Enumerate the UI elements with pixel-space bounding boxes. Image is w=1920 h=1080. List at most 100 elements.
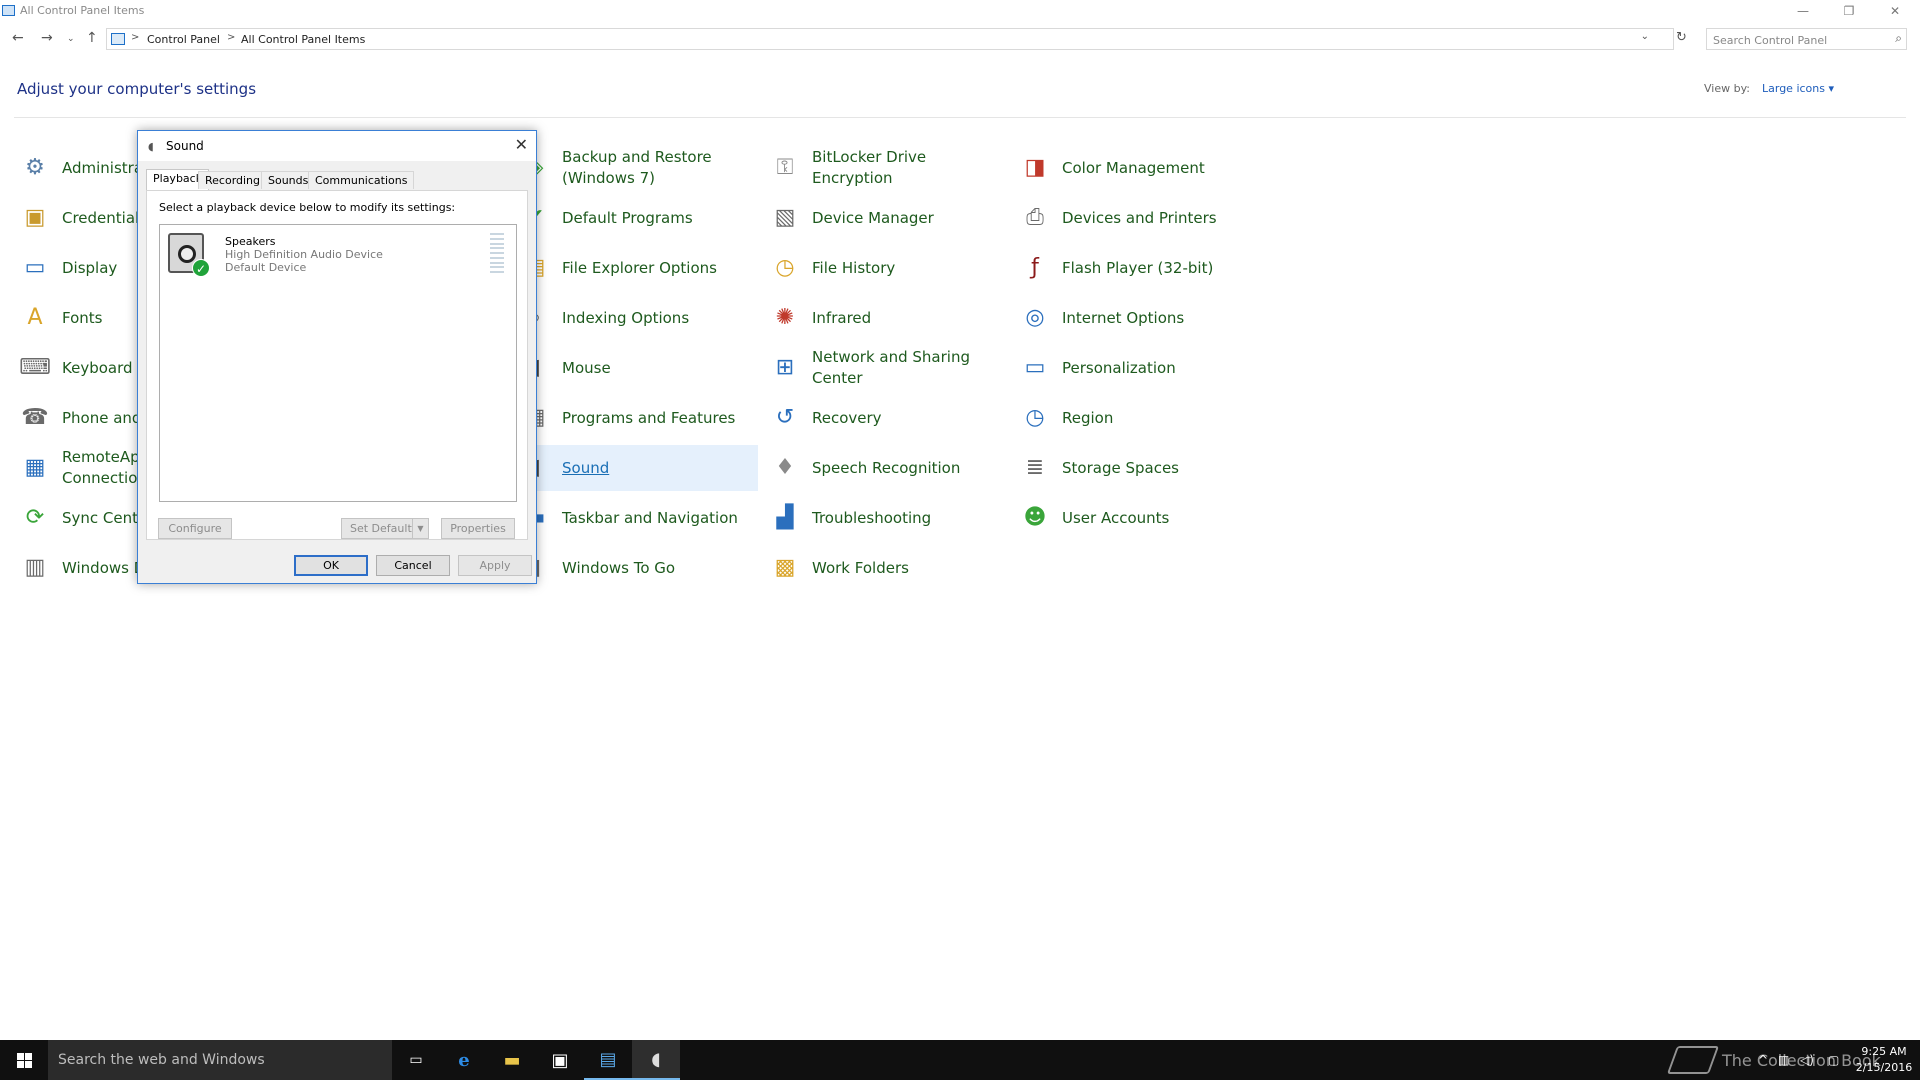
control-panel-item-taskbar-navigation[interactable]: ▬Taskbar and Navigation: [516, 495, 758, 541]
file-history-icon: ◷: [775, 255, 795, 280]
control-panel-item-region[interactable]: ◷ Region: [1016, 395, 1256, 441]
control-panel-item-label: Indexing Options: [562, 308, 690, 327]
forward-arrow-icon[interactable]: →: [41, 30, 53, 46]
properties-button[interactable]: Properties: [441, 518, 515, 539]
device-status: Default Device: [225, 261, 307, 274]
ok-button[interactable]: OK: [294, 555, 368, 576]
admin-tools-icon: ⚙: [25, 155, 45, 180]
tab-recording[interactable]: Recording: [198, 171, 268, 189]
control-panel-item-label: Infrared: [812, 308, 872, 327]
control-panel-item-mouse[interactable]: ◖Mouse: [516, 345, 758, 391]
restore-button[interactable]: ❐: [1826, 0, 1872, 22]
address-bar[interactable]: > Control Panel > All Control Panel Item…: [106, 28, 1674, 50]
view-by-dropdown[interactable]: Large icons ▾: [1762, 82, 1834, 95]
minimize-button[interactable]: —: [1780, 0, 1826, 22]
search-input[interactable]: [1707, 30, 1877, 51]
control-panel-item-label: Personalization: [1062, 358, 1176, 377]
edge-browser-icon[interactable]: e: [440, 1040, 488, 1080]
control-panel-item-flash-player[interactable]: ƒ Flash Player (32-bit): [1016, 245, 1256, 291]
start-button[interactable]: [0, 1040, 48, 1080]
control-panel-item-infrared[interactable]: ✺ Infrared: [766, 295, 1006, 341]
playback-panel: Select a playback device below to modify…: [146, 190, 528, 540]
search-box[interactable]: ⌕: [1706, 28, 1907, 51]
taskbar-search[interactable]: [48, 1040, 392, 1080]
search-icon[interactable]: ⌕: [1895, 31, 1902, 46]
control-panel-item-label: Network and Sharing Center: [812, 348, 970, 387]
control-panel-item-device-manager[interactable]: ▧ Device Manager: [766, 195, 1006, 241]
breadcrumb-all-items[interactable]: All Control Panel Items: [241, 33, 365, 46]
storage-spaces-icon: ≣: [1025, 455, 1045, 480]
device-description: High Definition Audio Device: [225, 248, 383, 261]
control-panel-item-sound[interactable]: ◖Sound: [516, 445, 758, 491]
dialog-close-icon[interactable]: ✕: [515, 135, 528, 154]
book-logo-icon: [1666, 1046, 1720, 1074]
devices-printers-icon: ⎙: [1026, 205, 1044, 230]
store-icon[interactable]: ▣: [536, 1040, 584, 1080]
sound-taskbar-icon[interactable]: ◖: [632, 1040, 680, 1080]
back-arrow-icon[interactable]: ←: [12, 30, 24, 46]
watermark: The Collection Book: [1666, 1040, 1912, 1080]
control-panel-item-storage-spaces[interactable]: ≣ Storage Spaces: [1016, 445, 1256, 491]
control-panel-item-indexing-options[interactable]: ⌕Indexing Options: [516, 295, 758, 341]
page-title: Adjust your computer's settings: [17, 80, 257, 98]
control-panel-item-label: User Accounts: [1062, 508, 1170, 527]
control-panel-item-label: Windows To Go: [562, 558, 676, 577]
control-panel-item-bitlocker[interactable]: ⚿ BitLocker Drive Encryption: [766, 145, 1006, 191]
control-panel-item-label: Programs and Features: [562, 408, 736, 427]
file-explorer-icon[interactable]: ▬: [488, 1040, 536, 1080]
control-panel-item-recovery[interactable]: ↺ Recovery: [766, 395, 1006, 441]
set-default-dropdown-icon[interactable]: ▼: [412, 519, 428, 538]
apply-button[interactable]: Apply: [458, 555, 532, 576]
device-manager-icon: ▧: [774, 205, 796, 230]
windows-defender-icon: ▥: [24, 555, 46, 580]
control-panel-item-label: Internet Options: [1062, 308, 1185, 327]
set-default-button[interactable]: Set Default ▼: [341, 518, 429, 539]
chevron-down-icon[interactable]: ⌄: [1641, 31, 1649, 42]
taskbar-search-input[interactable]: [58, 1051, 378, 1069]
recent-locations-chevron-icon[interactable]: ⌄: [67, 34, 75, 44]
control-panel-item-label: Flash Player (32-bit): [1062, 258, 1214, 277]
control-panel-item-internet-options[interactable]: ◎ Internet Options: [1016, 295, 1256, 341]
control-panel-item-color-management[interactable]: ◨ Color Management: [1016, 145, 1256, 191]
flash-player-icon: ƒ: [1031, 255, 1039, 280]
control-panel-item-label: Default Programs: [562, 208, 693, 227]
control-panel-item-windows-to-go[interactable]: ▮Windows To Go: [516, 545, 758, 591]
control-panel-item-file-explorer-options[interactable]: ▤File Explorer Options: [516, 245, 758, 291]
configure-button[interactable]: Configure: [158, 518, 232, 539]
troubleshooting-icon: ▟: [776, 505, 794, 530]
control-panel-item-personalization[interactable]: ▭ Personalization: [1016, 345, 1256, 391]
control-panel-item-backup-restore[interactable]: ◈Backup and Restore (Windows 7): [516, 145, 758, 191]
control-panel-item-speech-recognition[interactable]: ♦ Speech Recognition: [766, 445, 1006, 491]
control-panel-item-troubleshooting[interactable]: ▟ Troubleshooting: [766, 495, 1006, 541]
control-panel-taskbar-icon[interactable]: ▤: [584, 1040, 632, 1080]
control-panel-item-label: Sound: [562, 458, 610, 477]
control-panel-item-devices-printers[interactable]: ⎙ Devices and Printers: [1016, 195, 1256, 241]
tab-communications[interactable]: Communications: [308, 171, 415, 189]
playback-instructions: Select a playback device below to modify…: [159, 201, 456, 214]
control-panel-item-file-history[interactable]: ◷ File History: [766, 245, 1006, 291]
cancel-button[interactable]: Cancel: [376, 555, 450, 576]
view-by-label: View by:: [1704, 82, 1750, 95]
control-panel-item-label: Device Manager: [812, 208, 934, 227]
dialog-titlebar: ◖ Sound ✕: [138, 131, 536, 161]
control-panel-item-network-sharing[interactable]: ⊞ Network and Sharing Center: [766, 345, 1006, 391]
sync-center-icon: ⟳: [25, 505, 45, 530]
control-panel-item-work-folders[interactable]: ▩ Work Folders: [766, 545, 1006, 591]
close-button[interactable]: ✕: [1872, 0, 1918, 22]
user-accounts-icon: ☻: [1023, 505, 1047, 530]
device-list: ✓ Speakers High Definition Audio Device …: [159, 224, 517, 502]
set-default-label: Set Default: [350, 522, 412, 535]
control-panel-item-label: BitLocker Drive Encryption: [812, 148, 927, 187]
breadcrumb-separator: >: [131, 32, 140, 43]
control-panel-item-default-programs[interactable]: ✔Default Programs: [516, 195, 758, 241]
control-panel-item-user-accounts[interactable]: ☻ User Accounts: [1016, 495, 1256, 541]
watermark-text: The Collection Book: [1722, 1050, 1881, 1070]
personalization-icon: ▭: [1024, 355, 1046, 380]
breadcrumb-control-panel[interactable]: Control Panel: [147, 33, 220, 46]
speaker-icon: ◖: [148, 140, 154, 153]
task-view-icon[interactable]: ▭: [392, 1040, 440, 1080]
up-arrow-icon[interactable]: ↑: [86, 30, 98, 46]
refresh-icon[interactable]: ↻: [1676, 30, 1687, 45]
control-panel-item-programs-features[interactable]: ▦Programs and Features: [516, 395, 758, 441]
control-panel-item-label: Color Management: [1062, 158, 1205, 177]
